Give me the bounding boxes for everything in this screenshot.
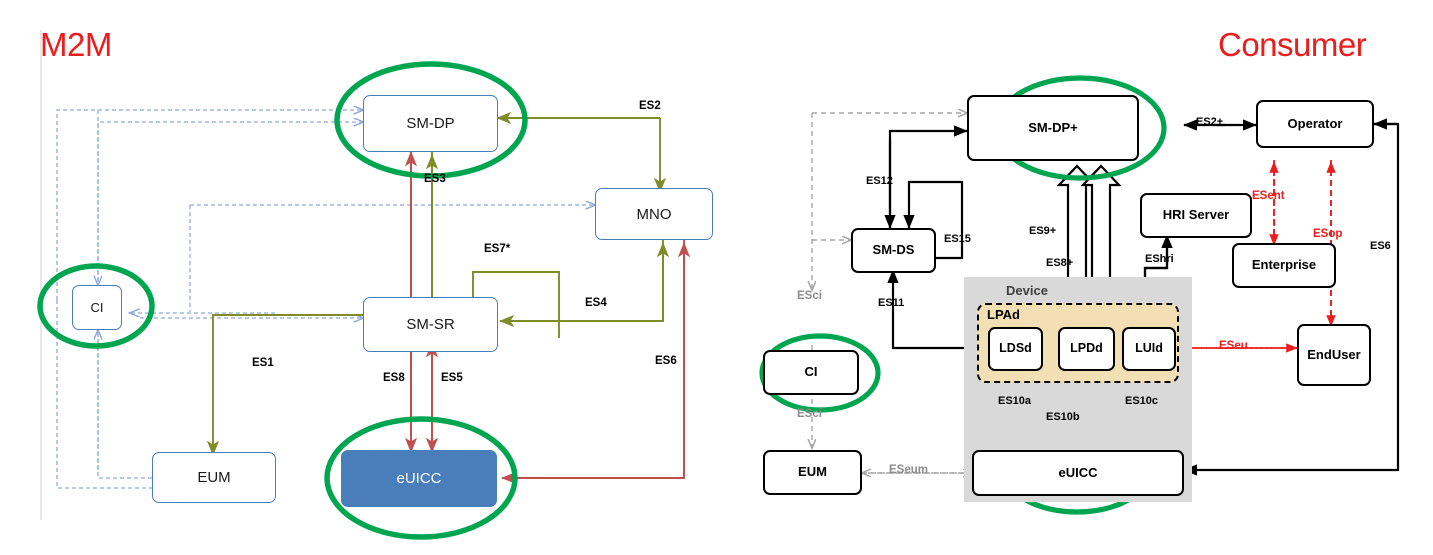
- edge-label-esci-top: ESci: [797, 290, 822, 302]
- node-end-user[interactable]: End User: [1297, 324, 1371, 386]
- node-eum-m2m[interactable]: EUM: [152, 452, 276, 503]
- edge-label-eshri: EShri: [1145, 253, 1174, 265]
- edge-label-es2plus: ES2+: [1196, 116, 1224, 128]
- edge-label-es5: ES5: [441, 372, 463, 384]
- end-user-label-line2: User: [1331, 346, 1361, 362]
- edge-label-es6-m2m: ES6: [655, 355, 677, 367]
- edge-label-eseum: ESeum: [889, 464, 928, 476]
- node-euicc-consumer[interactable]: eUICC: [972, 450, 1184, 496]
- diagram-canvas: M2M Consumer SM-DP MNO CI SM-SR EUM eUIC…: [0, 0, 1433, 555]
- node-hri-server[interactable]: HRI Server: [1140, 193, 1252, 238]
- node-sm-sr[interactable]: SM-SR: [363, 297, 498, 352]
- edge-label-es11: ES11: [878, 297, 905, 309]
- edge-label-es9plus: ES9+: [1029, 225, 1057, 237]
- node-luid[interactable]: LUId: [1122, 327, 1176, 371]
- node-enterprise[interactable]: Enterprise: [1232, 243, 1336, 288]
- node-euicc-m2m[interactable]: eUICC: [341, 450, 497, 507]
- node-ci-m2m[interactable]: CI: [72, 285, 122, 330]
- node-eum-consumer[interactable]: EUM: [763, 450, 862, 495]
- edge-label-es8: ES8: [383, 372, 405, 384]
- edge-label-es6-consumer: ES6: [1370, 240, 1391, 252]
- lpad-label: LPAd: [987, 307, 1020, 322]
- edge-label-es2: ES2: [639, 100, 661, 112]
- edge-label-es4: ES4: [585, 297, 607, 309]
- edge-label-eseu: ESeu: [1219, 340, 1248, 352]
- node-ci-consumer[interactable]: CI: [763, 350, 859, 395]
- device-label: Device: [1006, 283, 1048, 298]
- edge-label-es8plus: ES8+: [1046, 257, 1074, 269]
- node-lpdd[interactable]: LPDd: [1058, 327, 1115, 371]
- edge-label-esent: ESent: [1252, 190, 1285, 202]
- edge-label-esci-bottom: ESci: [797, 408, 822, 420]
- end-user-label-line1: End: [1307, 346, 1332, 362]
- edge-label-es15: ES15: [944, 233, 971, 245]
- edge-label-es1: ES1: [252, 357, 274, 369]
- node-operator[interactable]: Operator: [1256, 100, 1374, 148]
- node-sm-dp[interactable]: SM-DP: [363, 95, 498, 152]
- edge-label-esop: ESop: [1313, 228, 1343, 240]
- node-sm-dp-plus[interactable]: SM-DP+: [967, 95, 1139, 161]
- node-ldsd[interactable]: LDSd: [988, 327, 1043, 371]
- edge-label-es10c: ES10c: [1125, 395, 1159, 407]
- node-mno[interactable]: MNO: [595, 188, 713, 240]
- edge-label-es12: ES12: [866, 175, 893, 187]
- edge-label-es3: ES3: [424, 173, 446, 185]
- edge-label-es10b: ES10b: [1046, 411, 1080, 423]
- edge-label-es7: ES7*: [484, 243, 511, 255]
- edge-label-es10a: ES10a: [998, 395, 1032, 407]
- node-sm-ds[interactable]: SM-DS: [851, 228, 936, 273]
